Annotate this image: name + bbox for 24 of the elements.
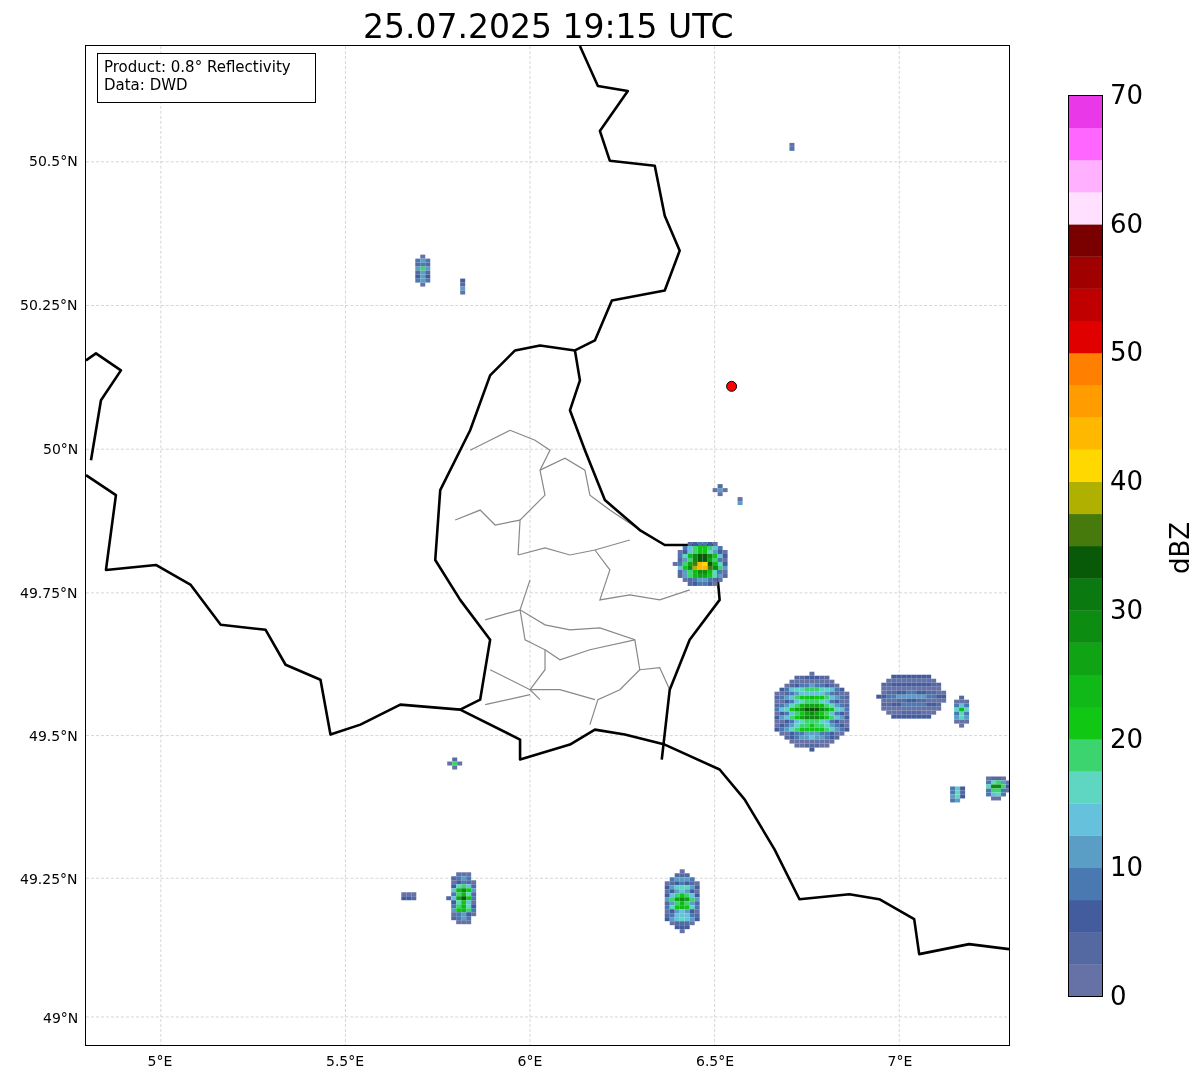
axis-tick-label: 5.5°E <box>326 1054 365 1068</box>
colorbar-tick-label: 70 <box>1110 82 1144 108</box>
colorbar-tick-label: 0 <box>1110 983 1127 1009</box>
axis-tick-label: 50°N <box>43 442 79 456</box>
colorbar-tick-label: 50 <box>1110 339 1144 366</box>
axis-tick-label: 5°E <box>147 1054 173 1068</box>
colorbar-label: dBZ <box>1167 521 1194 575</box>
axis-tick-label: 7°E <box>887 1054 913 1068</box>
axis-tick-label: 49.5°N <box>29 729 78 743</box>
axis-tick-label: 49.75°N <box>20 586 78 600</box>
axis-tick-label: 6.5°E <box>696 1054 735 1068</box>
axis-tick-label: 49°N <box>43 1011 79 1025</box>
axis-tick-label: 50.25°N <box>20 298 78 312</box>
legend-text: Data: DWD <box>104 76 189 94</box>
colorbar-tick-label: 30 <box>1110 596 1144 623</box>
axis-tick-label: 49.25°N <box>20 872 78 886</box>
chart-title: 25.07.2025 19:15 UTC <box>363 9 734 43</box>
legend-text: Product: 0.8° Reflectivity <box>104 58 292 76</box>
colorbar-tick-label: 60 <box>1110 210 1144 237</box>
colorbar-tick-label: 10 <box>1110 854 1144 881</box>
colorbar-tick-label: 40 <box>1110 468 1144 495</box>
axis-tick-label: 50.5°N <box>29 154 78 168</box>
axis-tick-label: 6°E <box>517 1054 543 1068</box>
colorbar-tick-label: 20 <box>1110 725 1144 752</box>
